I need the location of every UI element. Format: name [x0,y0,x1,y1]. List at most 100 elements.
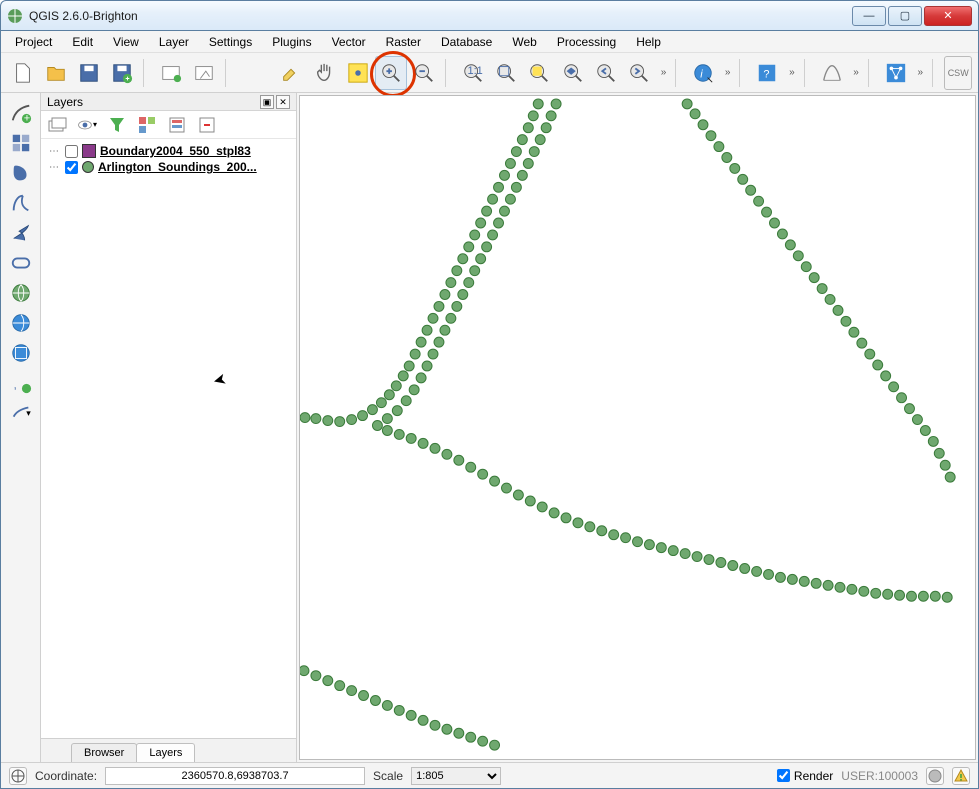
current-edits-button[interactable] [276,56,307,90]
panel-tabs: Browser Layers [41,738,296,762]
panel-title: Layers [47,95,83,109]
window-titlebar: QGIS 2.6.0-Brighton — ▢ ✕ [0,0,979,30]
layer-tree[interactable]: ⋯ Boundary2004_550_stpl83 ⋯ Arlington_So… [41,139,296,738]
add-raster-layer-button[interactable] [6,129,36,157]
menu-raster[interactable]: Raster [378,33,429,51]
toolbar-overflow-5[interactable]: » [913,67,927,78]
menu-vector[interactable]: Vector [324,33,374,51]
filter-legend-button[interactable] [107,115,127,135]
collapse-all-button[interactable] [167,115,187,135]
zoom-in-button[interactable] [375,56,406,90]
add-wfs-layer-button[interactable] [6,339,36,367]
layer-name-label: Arlington_Soundings_200... [98,160,257,174]
layer-visibility-checkbox[interactable] [65,161,78,174]
layer-row-boundary[interactable]: ⋯ Boundary2004_550_stpl83 [41,143,296,159]
tree-expander-icon[interactable]: ⋯ [47,146,61,157]
window-maximize-button[interactable]: ▢ [888,6,922,26]
new-layout-button[interactable] [155,56,186,90]
menu-web[interactable]: Web [504,33,544,51]
pan-button[interactable] [309,56,340,90]
add-group-button[interactable] [47,115,67,135]
add-vector-layer-button[interactable]: + [6,99,36,127]
new-shapefile-button[interactable]: ▾ [6,399,36,427]
toolbar-overflow-3[interactable]: » [785,67,799,78]
tab-layers[interactable]: Layers [136,743,195,762]
menubar: Project Edit View Layer Settings Plugins… [1,31,978,53]
add-wms-layer-button[interactable] [6,279,36,307]
open-project-button[interactable] [40,56,71,90]
layer-name-label: Boundary2004_550_stpl83 [100,144,251,158]
menu-edit[interactable]: Edit [64,33,101,51]
toggle-extents-button[interactable] [9,767,27,785]
add-oracle-layer-button[interactable] [6,249,36,277]
menu-view[interactable]: View [105,33,147,51]
add-mssql-layer-button[interactable] [6,219,36,247]
layout-manager-button[interactable] [189,56,220,90]
menu-help[interactable]: Help [628,33,669,51]
map-canvas[interactable] [299,95,976,760]
messages-button[interactable] [952,767,970,785]
qgis-logo-icon [7,8,23,24]
save-project-button[interactable] [73,56,104,90]
layers-panel: Layers ▣ ✕ ▾ ⋯ Boundary2004_55 [41,93,297,762]
layer-symbol-icon [82,144,96,158]
svg-text:?: ? [764,68,770,80]
menu-processing[interactable]: Processing [549,33,624,51]
zoom-next-button[interactable] [623,56,654,90]
svg-text:1:1: 1:1 [467,64,482,76]
panel-close-button[interactable]: ✕ [276,95,290,109]
zoom-out-button[interactable] [409,56,440,90]
coordinate-label: Coordinate: [35,769,97,783]
zoom-layer-button[interactable] [557,56,588,90]
add-delimited-text-button[interactable]: , [6,369,36,397]
status-bar: Coordinate: Scale 1:805 Render USER:1000… [1,762,978,788]
pan-to-selection-button[interactable] [342,56,373,90]
expand-all-button[interactable] [137,115,157,135]
layer-symbol-icon [82,161,94,173]
layers-panel-toolbar: ▾ [41,111,296,139]
histogram-button[interactable] [816,56,847,90]
add-wcs-layer-button[interactable] [6,309,36,337]
toolbar-overflow-1[interactable]: » [657,67,671,78]
zoom-last-button[interactable] [590,56,621,90]
layer-row-arlington[interactable]: ⋯ Arlington_Soundings_200... [41,159,296,175]
menu-settings[interactable]: Settings [201,33,260,51]
remove-layer-button[interactable] [197,115,217,135]
main-toolbar: 1:1 » i » ? » » » CSW [1,53,978,93]
coordinate-input[interactable] [105,767,365,785]
render-label: Render [794,769,833,783]
add-spatialite-layer-button[interactable] [6,189,36,217]
render-checkbox[interactable] [777,769,790,782]
menu-database[interactable]: Database [433,33,500,51]
add-postgis-layer-button[interactable] [6,159,36,187]
svg-text:,: , [13,380,16,392]
window-title: QGIS 2.6.0-Brighton [29,9,852,23]
save-as-button[interactable] [107,56,138,90]
panel-undock-button[interactable]: ▣ [260,95,274,109]
layer-visibility-checkbox[interactable] [65,145,78,158]
menu-layer[interactable]: Layer [151,33,197,51]
scale-select[interactable]: 1:805 [411,767,501,785]
window-minimize-button[interactable]: — [852,6,886,26]
toolbar-overflow-2[interactable]: » [721,67,735,78]
zoom-full-button[interactable] [491,56,522,90]
topology-button[interactable] [880,56,911,90]
menu-project[interactable]: Project [7,33,60,51]
zoom-selection-button[interactable] [524,56,555,90]
crs-status-button[interactable] [926,767,944,785]
manage-visibility-button[interactable]: ▾ [77,115,97,135]
crs-label[interactable]: USER:100003 [841,769,918,783]
new-project-button[interactable] [7,56,38,90]
zoom-native-button[interactable]: 1:1 [457,56,488,90]
left-toolbar: + , ▾ [1,93,41,762]
tree-expander-icon[interactable]: ⋯ [47,162,61,173]
scale-label: Scale [373,769,403,783]
identify-button[interactable]: i [688,56,719,90]
tab-browser[interactable]: Browser [71,743,137,762]
csw-button[interactable]: CSW [944,56,972,90]
menu-plugins[interactable]: Plugins [264,33,319,51]
toolbar-overflow-4[interactable]: » [849,67,863,78]
help-button[interactable]: ? [752,56,783,90]
svg-text:+: + [23,112,29,124]
window-close-button[interactable]: ✕ [924,6,972,26]
